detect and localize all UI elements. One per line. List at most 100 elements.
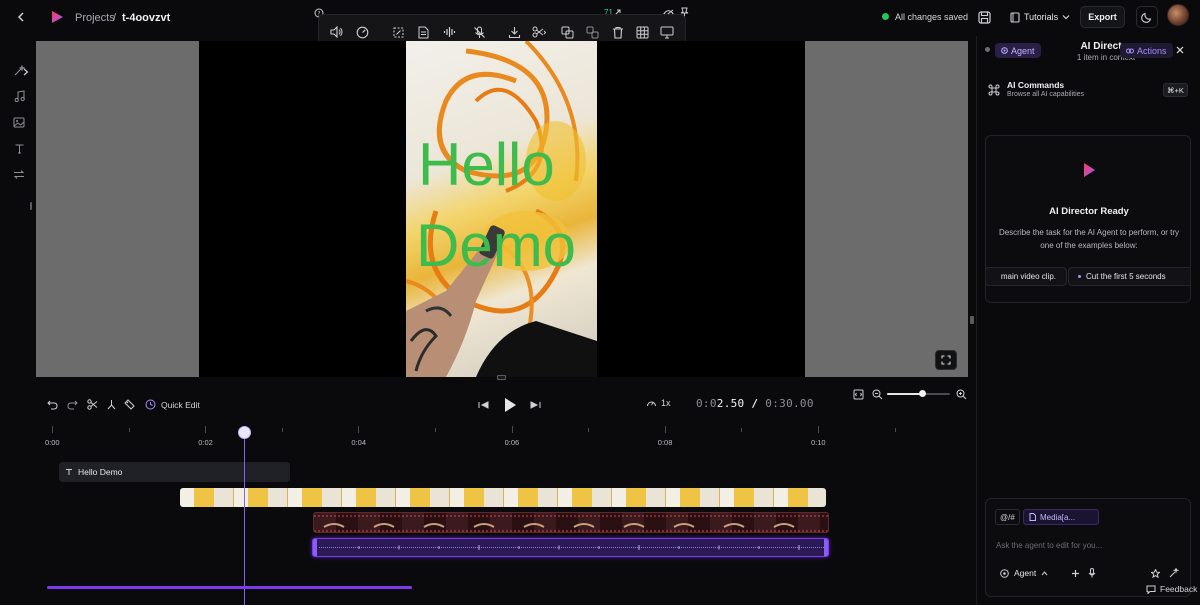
tutorials-label: Tutorials: [1024, 12, 1059, 22]
chevron-up-icon: [1041, 570, 1048, 576]
trash-icon[interactable]: [609, 23, 627, 41]
speed-icon: [646, 398, 657, 408]
zoom-slider-knob[interactable]: [918, 390, 926, 397]
left-tool-rail: [0, 36, 34, 605]
zoom-in-icon[interactable]: [955, 388, 967, 400]
text-tool-icon[interactable]: [12, 141, 26, 155]
panel-resize-handle[interactable]: [970, 316, 974, 324]
group-icon[interactable]: [558, 23, 576, 41]
ai-commands-row[interactable]: AI Commands Browse all AI capabilities ⌘…: [977, 76, 1200, 106]
breadcrumb-projects[interactable]: Projects: [75, 12, 115, 24]
monitor-icon[interactable]: [658, 23, 676, 41]
example-chip-cut-first[interactable]: Cut the first 5 seconds: [1068, 267, 1190, 286]
audio-clip-right-handle[interactable]: [824, 539, 828, 556]
play-icon[interactable]: [502, 396, 518, 413]
fit-timeline-icon[interactable]: [852, 388, 864, 400]
ungroup-icon[interactable]: [583, 23, 601, 41]
agent-mode-label: Agent: [1014, 568, 1037, 578]
speed-gauge-icon[interactable]: [353, 23, 371, 41]
undo-icon[interactable]: [46, 398, 59, 411]
actions-tab-label: Actions: [1137, 45, 1167, 56]
secondary-video-track-clip[interactable]: [313, 512, 829, 533]
overlay-text-line1[interactable]: Hello: [418, 133, 555, 197]
scissors-icon[interactable]: [86, 398, 99, 411]
redo-icon[interactable]: [66, 398, 79, 411]
ai-director-ready-card: AI Director Ready Describe the task for …: [985, 135, 1191, 303]
ai-commands-title: AI Commands: [1007, 80, 1065, 90]
zoom-slider[interactable]: [887, 390, 950, 397]
video-track-clip[interactable]: [180, 488, 826, 507]
close-panel-icon[interactable]: [1175, 45, 1185, 55]
image-icon[interactable]: [12, 115, 26, 129]
playhead-line: [243, 439, 245, 605]
feedback-button[interactable]: Feedback: [1146, 584, 1197, 594]
save-icon[interactable]: [976, 9, 992, 25]
agent-input-box: @/# Media[a... Ask the agent to edit for…: [985, 498, 1191, 597]
agent-prompt-input[interactable]: Ask the agent to edit for you...: [996, 541, 1102, 550]
rail-resize-handle[interactable]: [30, 202, 32, 210]
preview-resize-handle[interactable]: [497, 375, 506, 380]
timecode-current: 2.50: [716, 397, 745, 410]
video-frame[interactable]: [406, 41, 597, 377]
back-chevron-icon[interactable]: [14, 10, 28, 24]
audio-clip-left-handle[interactable]: [313, 539, 317, 556]
timeline-ruler[interactable]: 0:00 0:02 0:04 0:06 0:08 0:10: [36, 424, 970, 448]
quick-edit-button[interactable]: Quick Edit: [145, 399, 200, 410]
split-scissors-icon[interactable]: [530, 23, 548, 41]
link-icon: [1126, 48, 1134, 54]
tutorials-dropdown[interactable]: Tutorials: [1006, 8, 1074, 26]
trim-icon[interactable]: [105, 398, 118, 411]
example-chip-main-video[interactable]: main video clip.: [986, 267, 1067, 286]
mention-button[interactable]: @/#: [995, 509, 1020, 525]
add-icon[interactable]: [1070, 568, 1080, 578]
timeline-horizontal-scrollbar[interactable]: [47, 586, 412, 589]
zoom-out-icon[interactable]: [871, 388, 883, 400]
ai-commands-shortcut: ⌘+K: [1163, 83, 1188, 97]
export-button[interactable]: Export: [1080, 6, 1125, 28]
transitions-icon[interactable]: [12, 167, 26, 181]
text-track-clip[interactable]: Hello Demo: [59, 462, 290, 482]
audio-bars-icon[interactable]: [441, 23, 459, 41]
ruler-label: 0:04: [351, 438, 366, 447]
mic-off-icon[interactable]: [470, 23, 488, 41]
agent-tab[interactable]: Agent: [995, 43, 1041, 58]
overlay-text-line2[interactable]: Demo: [416, 214, 576, 278]
playhead-knob[interactable]: [237, 426, 251, 439]
ruler-tick: [894, 428, 896, 432]
preview-canvas[interactable]: Hello Demo: [199, 41, 805, 377]
ruler-label: 0:02: [198, 438, 213, 447]
timecode-separator: /: [751, 397, 759, 410]
playback-speed[interactable]: 1x: [646, 398, 671, 408]
grid-icon[interactable]: [633, 23, 651, 41]
app-logo-icon[interactable]: [49, 9, 65, 25]
media-context-chip[interactable]: Media[a...: [1023, 509, 1099, 525]
playhead[interactable]: [237, 426, 251, 605]
ruler-tick: [511, 426, 513, 433]
skip-back-icon[interactable]: [477, 399, 489, 410]
feedback-label: Feedback: [1160, 584, 1198, 594]
expand-rail-chevron-icon[interactable]: [22, 67, 30, 77]
skip-forward-icon[interactable]: [529, 399, 541, 410]
zoom-slider-fill: [887, 393, 922, 395]
speed-label: 1x: [661, 398, 671, 408]
music-note-icon[interactable]: [12, 89, 26, 103]
ruler-label: 0:10: [811, 438, 826, 447]
marker-icon[interactable]: [123, 398, 136, 411]
moon-icon[interactable]: [1136, 6, 1158, 28]
volume-icon[interactable]: [328, 23, 346, 41]
crop-icon[interactable]: [389, 23, 407, 41]
actions-tab[interactable]: Actions: [1120, 43, 1173, 58]
agent-mode-selector[interactable]: Agent: [1000, 568, 1048, 578]
media-chip-label: Media[a...: [1040, 512, 1076, 522]
audio-track-clip[interactable]: [312, 538, 829, 557]
user-avatar[interactable]: [1167, 4, 1189, 26]
text-clip-icon: [65, 468, 73, 476]
star-icon[interactable]: [1150, 568, 1160, 578]
project-name[interactable]: t-4oovzvt: [122, 12, 170, 24]
magic-sparkle-icon[interactable]: [1168, 567, 1179, 578]
ruler-tick: [205, 426, 207, 433]
fullscreen-icon[interactable]: [935, 350, 957, 370]
download-icon[interactable]: [505, 23, 523, 41]
microphone-icon[interactable]: [1087, 567, 1097, 578]
document-icon[interactable]: [414, 23, 432, 41]
